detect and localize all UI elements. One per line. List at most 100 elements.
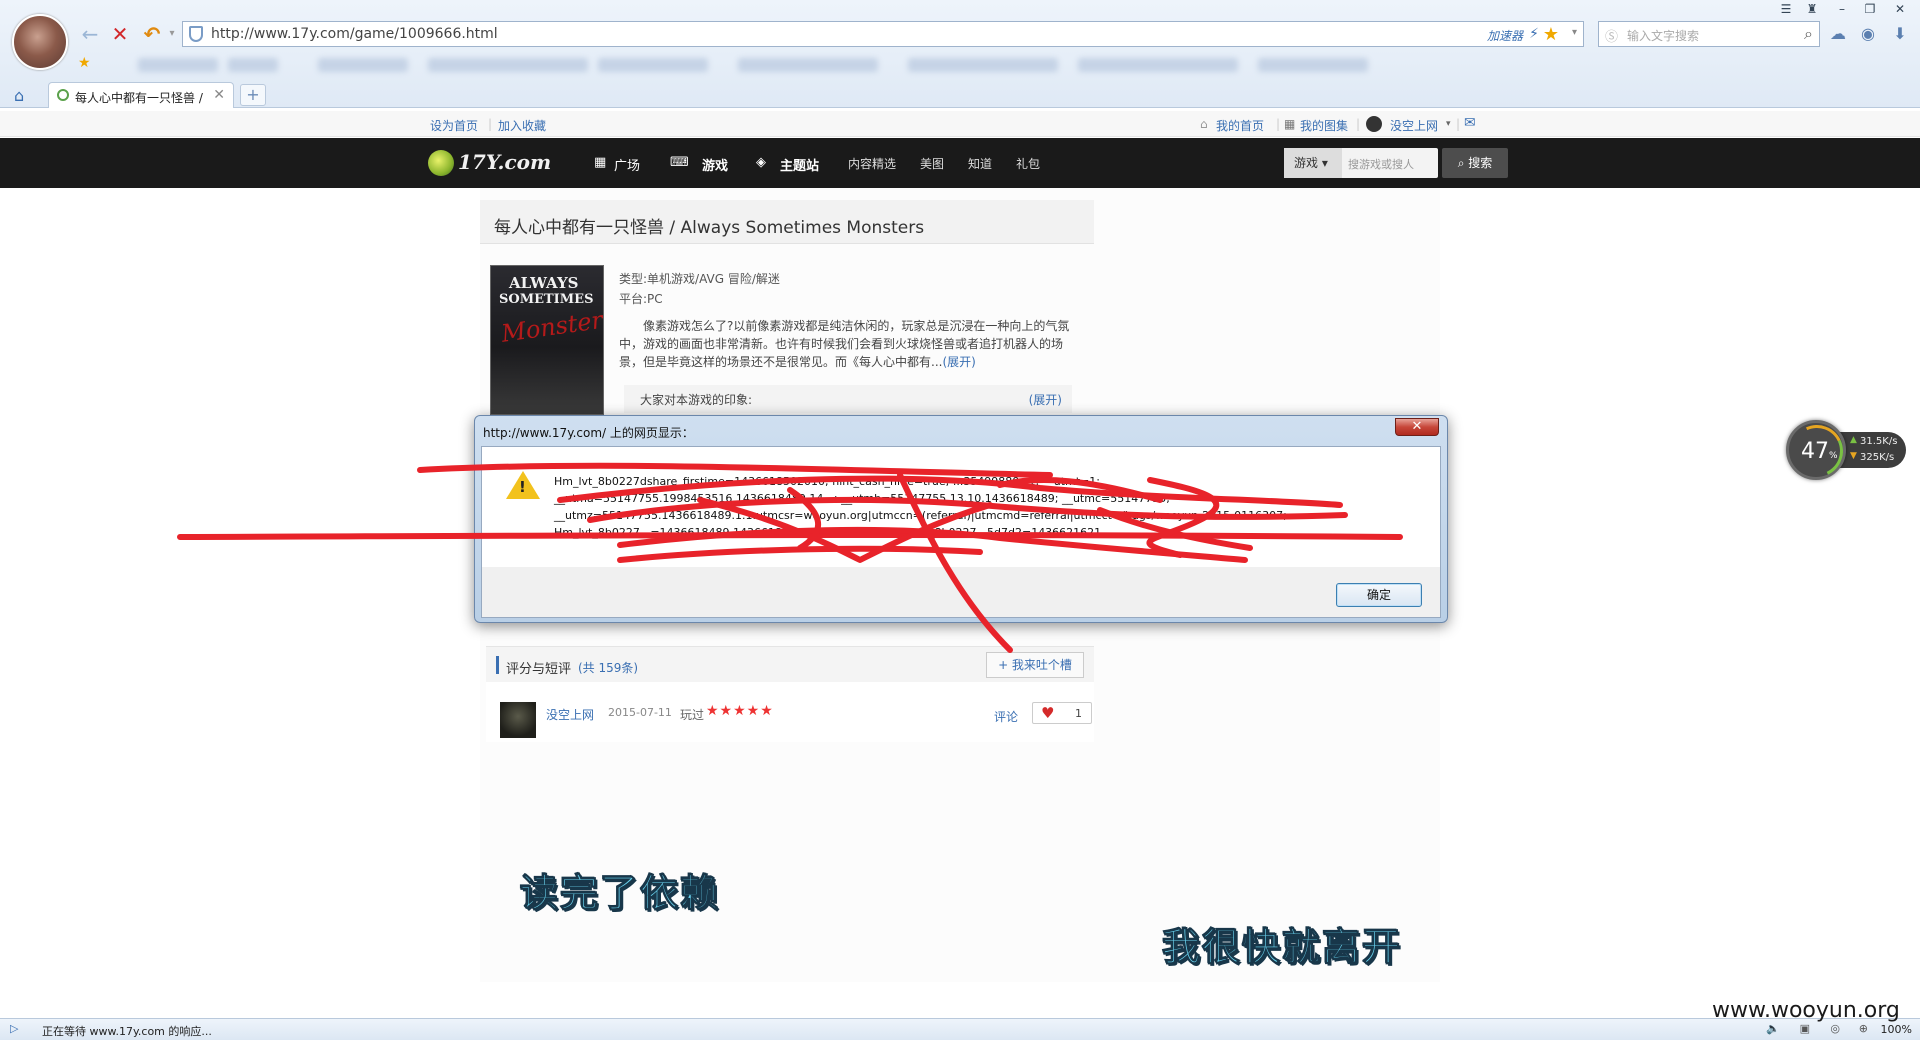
video-caption-line-1: 读完了依赖 (519, 871, 721, 916)
my-home-link[interactable]: 我的首页 (1216, 117, 1264, 134)
review-stars: ★★★★★ (706, 703, 774, 719)
description-text: 像素游戏怎么了?以前像素游戏都是纯洁休闲的，玩家总是沉浸在一种向上的气氛中，游戏… (619, 319, 1070, 369)
reviews-count[interactable]: (共 159条) (578, 659, 638, 676)
close-window-icon[interactable]: ✕ (1886, 0, 1914, 18)
add-favorite-link[interactable]: 加入收藏 (498, 117, 546, 134)
reviews-header: 评分与短评 (共 159条) + 我来吐个槽 (486, 646, 1094, 682)
game-cover-image[interactable]: ALWAYS SOMETIMES Monsters (490, 265, 604, 415)
zoom-level[interactable]: 100% (1881, 1023, 1912, 1036)
favorites-star-icon[interactable]: ★ (78, 55, 91, 71)
lightning-icon[interactable]: ⚡ (1529, 26, 1539, 42)
nav-item-featured[interactable]: 内容精选 (848, 155, 896, 172)
impressions-label: 大家对本游戏的印象: (640, 393, 753, 407)
download-speed: 325K/s (1860, 452, 1895, 463)
impressions-bar: 大家对本游戏的印象: (展开) (624, 385, 1072, 413)
status-text: 正在等待 www.17y.com 的响应... (42, 1025, 212, 1038)
add-review-button[interactable]: + 我来吐个槽 (986, 652, 1084, 678)
tab-title[interactable]: 每人心中都有一只怪兽 / (75, 89, 203, 106)
set-home-link[interactable]: 设为首页 (430, 117, 478, 134)
dialog-close-button[interactable]: ✕ (1395, 418, 1439, 436)
username-link[interactable]: 没空上网 (1390, 117, 1438, 134)
favorites-bar: ★ (78, 55, 1378, 75)
traffic-icon[interactable]: ◎ (1830, 1022, 1840, 1035)
speed-dial: 47 % (1783, 417, 1851, 485)
download-icon[interactable]: ⬇ (1890, 24, 1910, 44)
stop-icon[interactable]: ✕ (108, 22, 132, 46)
minimize-icon[interactable]: – (1828, 0, 1856, 18)
chat-icon[interactable]: ◉ (1858, 24, 1878, 44)
user-small-avatar[interactable] (1366, 116, 1382, 132)
restore-icon[interactable]: ❐ (1856, 0, 1884, 18)
speed-percent: 47 (1801, 439, 1829, 464)
reviews-accent-bar (496, 656, 499, 674)
logo-text: 17Y.com (458, 150, 552, 174)
address-bar[interactable]: http://www.17y.com/game/1009666.html 加速器… (182, 21, 1584, 47)
review-comment-link[interactable]: 评论 (994, 708, 1018, 725)
zoom-icon[interactable]: ⊕ (1859, 1022, 1868, 1035)
cookie-line-4: Hm_lvt_8b0227...=1436618489,1436618544,1… (554, 526, 1102, 539)
nav-item-pictures[interactable]: 美图 (920, 155, 944, 172)
search-engine-icon[interactable]: Ⓢ (1605, 26, 1618, 45)
album-grid-icon: ▦ (1284, 117, 1296, 131)
mail-icon[interactable]: ✉ (1464, 115, 1476, 131)
review-avatar[interactable] (500, 702, 536, 738)
site-search[interactable]: 游戏 ▾ 搜游戏或搜人 (1284, 148, 1438, 178)
tab-favicon-icon (57, 89, 69, 101)
site-search-button-label: 搜索 (1468, 156, 1493, 170)
cloud-icon[interactable]: ☁ (1828, 24, 1848, 44)
nav-item-know[interactable]: 知道 (968, 155, 992, 172)
dialog-title: http://www.17y.com/ 上的网页显示： (483, 426, 694, 440)
search-category-select[interactable]: 游戏 ▾ (1284, 148, 1342, 178)
tab-active[interactable]: 每人心中都有一只怪兽 / ✕ (48, 82, 234, 108)
cookie-line-3: __utmz=55147755.1436618489.1.1.utmcsr=wo… (554, 509, 1287, 522)
volume-icon[interactable]: 🔈 (1766, 1022, 1780, 1035)
site-search-button[interactable]: ⌕ 搜索 (1442, 148, 1508, 178)
user-dropdown-icon[interactable]: ▾ (1446, 119, 1451, 129)
game-header: 每人心中都有一只怪兽 / Always Sometimes Monsters (480, 200, 1094, 244)
skin-icon[interactable]: ♜ (1798, 0, 1826, 18)
nav-item-plaza[interactable]: 广场 (614, 155, 640, 174)
reviews-title: 评分与短评 (506, 662, 572, 677)
upload-arrow-icon: ▲ (1850, 435, 1857, 445)
home-small-icon: ⌂ (1200, 117, 1208, 131)
site-logo[interactable]: 17Y.com (428, 148, 552, 178)
review-like-button[interactable]: ♥ 1 (1032, 702, 1092, 724)
address-url[interactable]: http://www.17y.com/game/1009666.html (211, 26, 498, 42)
upload-speed: 31.5K/s (1860, 436, 1898, 447)
tab-close-icon[interactable]: ✕ (213, 87, 225, 103)
my-album-link[interactable]: 我的图集 (1300, 117, 1348, 134)
dialog-ok-button[interactable]: 确定 (1336, 583, 1422, 607)
heart-icon: ♥ (1041, 704, 1055, 722)
back-arrow-icon[interactable]: ← (78, 22, 102, 46)
nav-item-theme[interactable]: 主题站 (780, 155, 819, 174)
search-icon[interactable]: ⌕ (1804, 24, 1813, 44)
description-expand-link[interactable]: (展开) (942, 355, 975, 369)
warning-exclamation: ! (519, 478, 526, 496)
user-avatar[interactable] (12, 14, 68, 70)
cover-line-2: SOMETIMES (499, 292, 594, 307)
impressions-expand-link[interactable]: (展开) (1029, 391, 1062, 408)
speed-percent-sign: % (1829, 451, 1838, 461)
browser-search-box[interactable]: Ⓢ 输入文字搜索 ⌕ (1598, 21, 1820, 47)
game-platform: 平台:PC (619, 292, 663, 306)
chevron-down-icon[interactable]: ▾ (160, 22, 184, 46)
site-search-input[interactable]: 搜游戏或搜人 (1348, 156, 1414, 172)
network-speed-widget[interactable]: 47 % ▲ 31.5K/s ▼ 325K/s (1783, 417, 1906, 485)
dialog-body: ! Hm_lvt_8b0227dshare_firstime=143661850… (481, 446, 1441, 618)
favorite-star-icon[interactable]: ★ (1543, 24, 1559, 45)
address-dropdown-icon[interactable]: ▾ (1572, 27, 1577, 38)
status-play-icon[interactable]: ▷ (10, 1022, 18, 1035)
menu-icon[interactable]: ☰ (1772, 0, 1800, 18)
tab-strip: ⌂ 每人心中都有一只怪兽 / ✕ + (0, 82, 1920, 108)
game-title: 每人心中都有一只怪兽 / Always Sometimes Monsters (494, 218, 925, 238)
home-icon[interactable]: ⌂ (14, 86, 24, 105)
alert-dialog: http://www.17y.com/ 上的网页显示： ✕ ! Hm_lvt_8… (474, 415, 1448, 623)
cover-line-3: Monsters (499, 304, 604, 348)
nav-item-games[interactable]: 游戏 (702, 155, 728, 174)
nav-item-gift[interactable]: 礼包 (1016, 155, 1040, 172)
new-tab-button[interactable]: + (240, 84, 266, 106)
accelerator-label[interactable]: 加速器 (1487, 27, 1523, 44)
review-user[interactable]: 没空上网 (546, 706, 594, 723)
download-arrow-icon: ▼ (1850, 451, 1857, 461)
screenshot-icon[interactable]: ▣ (1800, 1022, 1810, 1035)
